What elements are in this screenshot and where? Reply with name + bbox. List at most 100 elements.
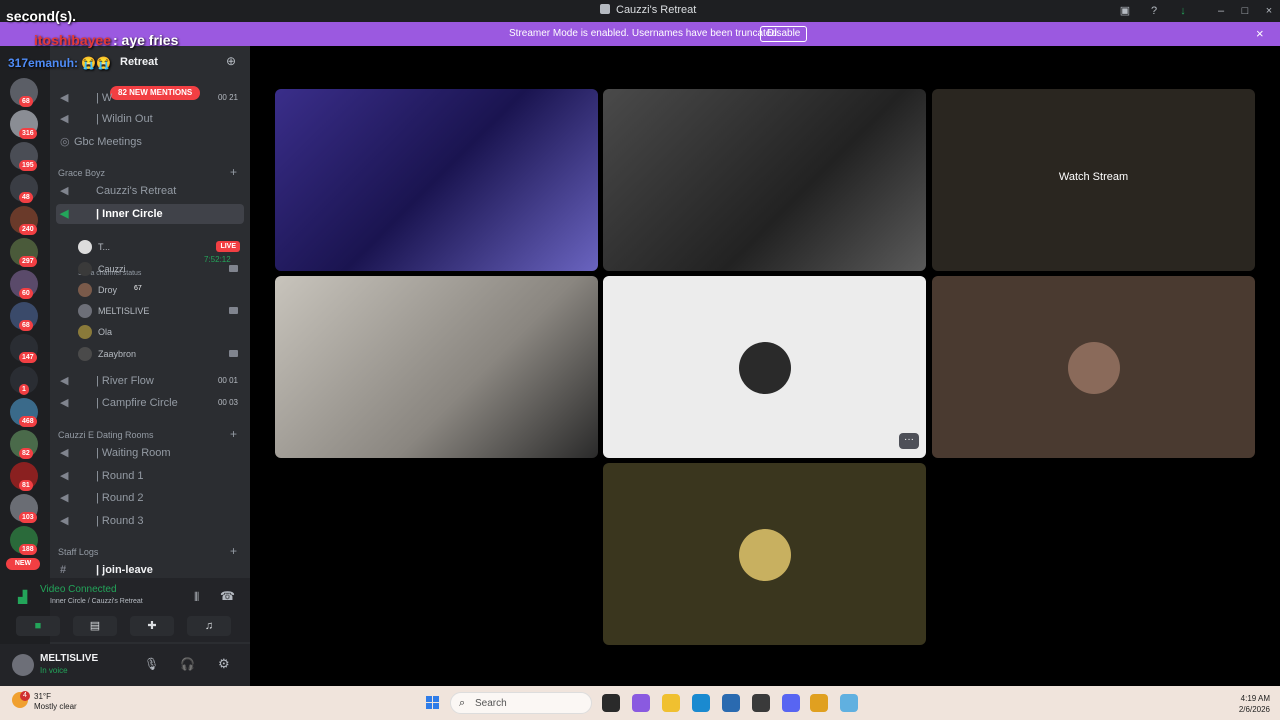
- category-dating-rooms[interactable]: Cauzzi E Dating Rooms: [58, 430, 154, 440]
- discord-taskbar-icon[interactable]: [782, 694, 800, 712]
- close-banner-icon[interactable]: ×: [1256, 26, 1264, 41]
- video-connected-label[interactable]: Video Connected: [40, 584, 117, 595]
- voice-channel[interactable]: ◀ Cauzzi's Retreat: [56, 181, 244, 201]
- category-grace-boyz[interactable]: Grace Boyz: [58, 168, 105, 178]
- username: Cauzzi: [98, 264, 126, 274]
- inbox-icon[interactable]: ▣: [1118, 4, 1132, 18]
- screen-share-button[interactable]: ▤: [73, 616, 117, 636]
- search-icon: ⌕: [459, 697, 466, 709]
- category-staff-logs[interactable]: Staff Logs: [58, 547, 98, 557]
- voice-channel[interactable]: ◀ | Waiting Room: [56, 443, 244, 463]
- voice-user[interactable]: Cauzzi: [78, 259, 244, 279]
- username: Ola: [98, 327, 113, 337]
- watch-stream-button[interactable]: Watch Stream: [932, 171, 1255, 183]
- user-panel: MELTISLIVE In voice 🎙 🎧 ⚙: [0, 644, 250, 686]
- user-count: 00 21: [217, 93, 238, 102]
- channel-label: | W: [96, 92, 113, 104]
- speaker-icon: ◀: [60, 470, 69, 482]
- participant-tile[interactable]: ···: [603, 276, 926, 458]
- server-badge: 468: [19, 416, 37, 427]
- voice-user[interactable]: Droy 67: [78, 280, 244, 300]
- chrome-icon[interactable]: [810, 694, 828, 712]
- channel-label: | River Flow: [96, 375, 154, 387]
- task-view-icon[interactable]: [602, 694, 620, 712]
- voice-user[interactable]: T... LIVE: [78, 237, 244, 257]
- voice-channel[interactable]: ◀ | Campfire Circle 00 03: [56, 393, 244, 413]
- channel-label: | Waiting Room: [96, 447, 171, 459]
- app-icon[interactable]: [752, 694, 770, 712]
- invite-people-icon[interactable]: ⊕: [226, 54, 236, 68]
- disconnect-icon[interactable]: ☎: [220, 589, 235, 603]
- avatar: [78, 304, 92, 318]
- video-tile[interactable]: [603, 89, 926, 271]
- voice-channel-active[interactable]: ◀ | Inner Circle: [56, 204, 244, 224]
- copilot-icon[interactable]: [632, 694, 650, 712]
- voice-channel[interactable]: ◀ | W 00 21: [56, 88, 244, 108]
- text-channel[interactable]: # | join-leave: [56, 560, 244, 580]
- voice-channel[interactable]: ◀ | Wildin Out: [56, 109, 244, 129]
- camera-button[interactable]: ■: [16, 616, 60, 636]
- voice-channel[interactable]: ◀ | Round 3: [56, 511, 244, 531]
- avatar[interactable]: [12, 654, 34, 676]
- avatar: [739, 342, 791, 394]
- speaker-icon: ◀: [60, 515, 69, 527]
- edge-icon[interactable]: [692, 694, 710, 712]
- username[interactable]: MELTISLIVE: [40, 653, 98, 664]
- server-badge: 82: [19, 448, 33, 459]
- server-badge: 297: [19, 256, 37, 267]
- minimize-icon[interactable]: –: [1214, 4, 1228, 18]
- speaker-icon: ◀: [60, 397, 69, 409]
- voice-user[interactable]: MELTISLIVE: [78, 301, 244, 321]
- voice-channel[interactable]: ◀ | Round 2: [56, 488, 244, 508]
- discord-icon: [600, 4, 610, 14]
- server-badge: 240: [19, 224, 37, 235]
- video-tile[interactable]: [275, 89, 598, 271]
- video-tile[interactable]: [275, 276, 598, 458]
- help-icon[interactable]: ?: [1147, 4, 1161, 18]
- user-status: In voice: [40, 666, 68, 675]
- download-icon[interactable]: ↓: [1176, 4, 1190, 18]
- speaker-icon: ◀: [60, 492, 69, 504]
- participant-tile[interactable]: [603, 463, 926, 645]
- signal-icon[interactable]: ▟: [18, 590, 27, 604]
- server-badge: 48: [19, 192, 33, 203]
- noise-suppression-icon[interactable]: ⦀: [194, 590, 199, 605]
- close-window-icon[interactable]: ×: [1262, 4, 1276, 18]
- soundboard-button[interactable]: ♫: [187, 616, 231, 636]
- speaker-icon: ◀: [60, 447, 69, 459]
- system-clock[interactable]: 4:19 AM 2/6/2026: [1228, 693, 1270, 715]
- file-explorer-icon[interactable]: [662, 694, 680, 712]
- channel-label: | Round 1: [96, 470, 144, 482]
- app-icon[interactable]: [840, 694, 858, 712]
- weather-widget[interactable]: 31°F Mostly clear: [34, 692, 77, 712]
- participant-tile[interactable]: [932, 276, 1255, 458]
- avatar: [78, 325, 92, 339]
- voice-user[interactable]: Ola: [78, 322, 244, 342]
- store-icon[interactable]: [722, 694, 740, 712]
- new-unreads-pill[interactable]: NEW: [6, 558, 40, 570]
- channel-label: | Round 3: [96, 515, 144, 527]
- channel-label: Cauzzi's Retreat: [96, 185, 177, 197]
- disable-button[interactable]: Disable: [760, 26, 808, 42]
- taskbar-search[interactable]: ⌕ Search: [450, 692, 592, 714]
- add-channel-icon[interactable]: +: [230, 427, 237, 441]
- voice-channel[interactable]: ◀ | Round 1: [56, 466, 244, 486]
- speaker-icon: ◀: [60, 113, 69, 125]
- activities-button[interactable]: ✚: [130, 616, 174, 636]
- avatar: [78, 347, 92, 361]
- add-channel-icon[interactable]: +: [230, 544, 237, 558]
- chat-username: itoshibayee: [33, 32, 111, 48]
- voice-location[interactable]: Inner Circle / Cauzzi's Retreat: [50, 598, 143, 605]
- maximize-icon[interactable]: □: [1238, 4, 1252, 18]
- mic-icon[interactable]: 🎙: [144, 657, 159, 671]
- stage-channel[interactable]: ◎ Gbc Meetings: [56, 132, 244, 152]
- channel-label: | join-leave: [96, 564, 153, 576]
- add-channel-icon[interactable]: +: [230, 165, 237, 179]
- voice-user[interactable]: Zaaybron: [78, 344, 244, 364]
- headphones-icon[interactable]: 🎧: [180, 657, 195, 671]
- more-options-icon[interactable]: ···: [899, 433, 919, 449]
- start-button[interactable]: [426, 696, 440, 710]
- voice-channel[interactable]: ◀ | River Flow 00 01: [56, 371, 244, 391]
- stream-tile[interactable]: Watch Stream: [932, 89, 1255, 271]
- gear-icon[interactable]: ⚙: [218, 656, 230, 672]
